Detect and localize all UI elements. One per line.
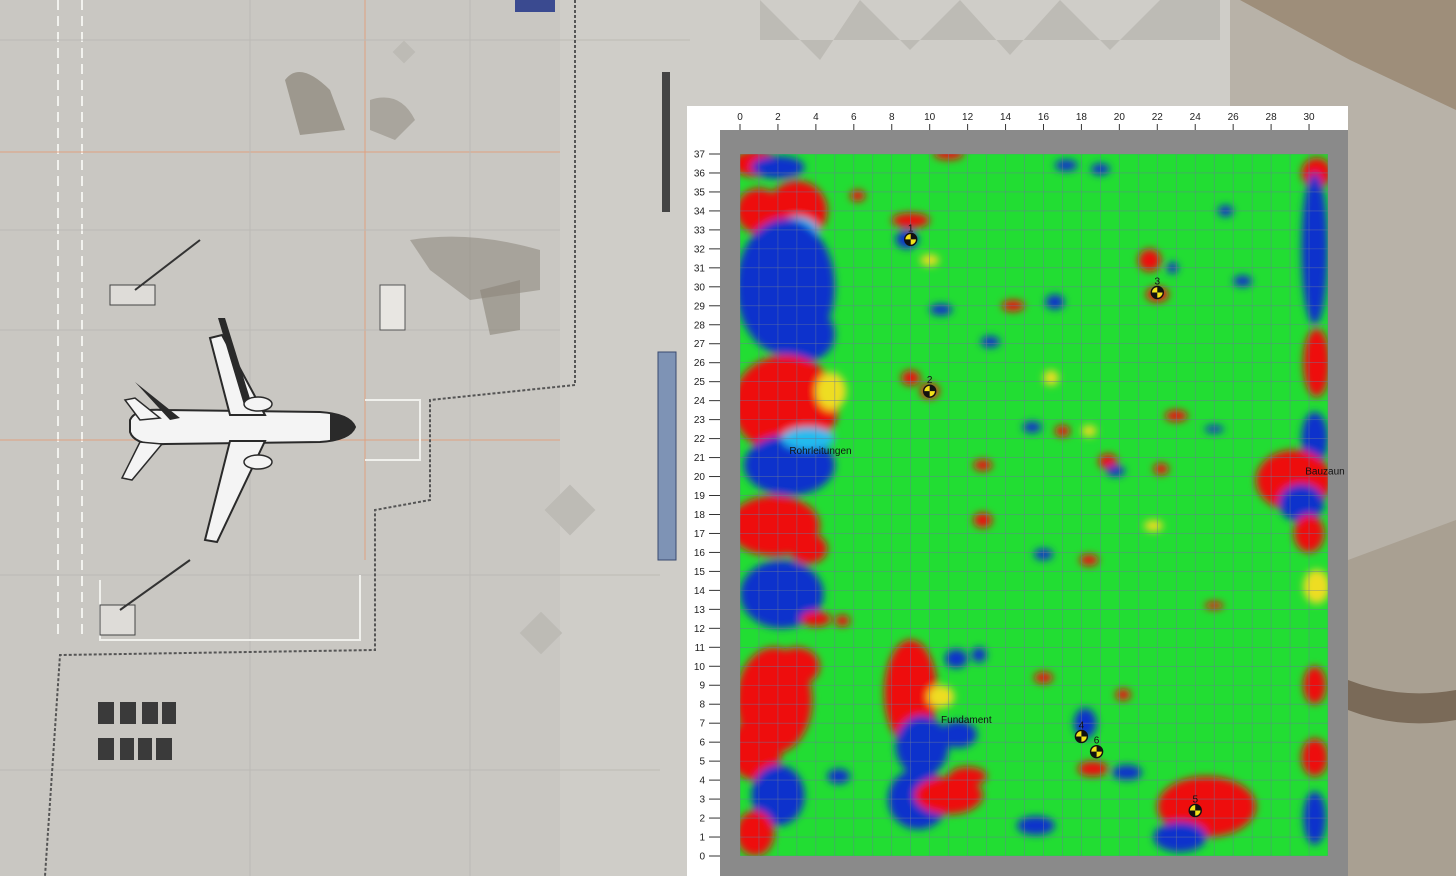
anomaly-blob (1106, 465, 1126, 477)
y-tick-label: 0 (699, 852, 705, 863)
anomaly-blob (1111, 764, 1143, 781)
y-tick-label: 20 (694, 472, 706, 483)
y-tick-label: 17 (694, 529, 706, 540)
anomaly-blob (1144, 520, 1163, 532)
y-tick-label: 7 (699, 719, 705, 730)
anomaly-blob (789, 533, 828, 564)
anomaly-blob (1115, 689, 1131, 701)
y-tick-label: 37 (694, 150, 706, 161)
x-tick-label: 0 (737, 112, 743, 123)
anomaly-blob (740, 810, 775, 856)
x-tick-label: 8 (889, 112, 895, 123)
y-tick-label: 18 (694, 510, 706, 521)
anomaly-blob (1016, 816, 1055, 836)
anomaly-blob (1043, 370, 1059, 386)
anomaly-blob (1301, 738, 1328, 777)
y-tick-label: 22 (694, 434, 706, 445)
marker-label: 5 (1192, 794, 1198, 805)
y-tick-label: 16 (694, 548, 706, 559)
y-tick-label: 13 (694, 605, 706, 616)
y-tick-label: 33 (694, 225, 706, 236)
x-tick-label: 30 (1303, 112, 1315, 123)
anomaly-blob (1081, 425, 1097, 437)
marker-label: 4 (1079, 720, 1085, 731)
marker-label: 2 (927, 375, 933, 386)
marker-label: 3 (1155, 277, 1161, 288)
y-tick-label: 23 (694, 415, 706, 426)
marker-label: 6 (1094, 736, 1100, 747)
y-tick-label: 30 (694, 282, 706, 293)
x-tick-label: 20 (1114, 112, 1126, 123)
gpr-heatmap-chart: 0 2 4 6 8 10 12 14 16 18 20 22 24 26 28 30 012345678910… (687, 106, 1348, 876)
y-tick-label: 36 (694, 168, 706, 179)
y-tick-label: 19 (694, 491, 706, 502)
anomaly-blob (980, 336, 1000, 348)
y-tick-label: 28 (694, 320, 706, 331)
y-tick-label: 32 (694, 244, 706, 255)
anomaly-blob (1079, 554, 1099, 566)
annotation-label: Rohrleitungen (789, 446, 851, 457)
anomaly-blob (1054, 159, 1078, 172)
anomaly-blob (973, 512, 993, 528)
y-tick-label: 9 (699, 681, 705, 692)
x-tick-label: 24 (1190, 112, 1202, 123)
anomaly-blob (1303, 569, 1328, 604)
y-tick-label: 34 (694, 206, 706, 217)
y-tick-label: 15 (694, 567, 706, 578)
x-tick-label: 28 (1266, 112, 1278, 123)
anomaly-blob (1278, 484, 1325, 523)
terminal-building (657, 351, 677, 561)
y-tick-label: 25 (694, 377, 706, 388)
x-tick-label: 22 (1152, 112, 1164, 123)
anomaly-blob (827, 768, 851, 784)
marker-label: 1 (908, 223, 914, 234)
anomaly-blob (1233, 275, 1253, 287)
y-tick-label: 35 (694, 187, 706, 198)
y-tick-label: 10 (694, 662, 706, 673)
y-tick-label: 26 (694, 358, 706, 369)
y-tick-label: 1 (699, 833, 705, 844)
y-tick-label: 31 (694, 263, 706, 274)
anomaly-blob (973, 459, 993, 471)
x-tick-label: 12 (962, 112, 974, 123)
anomaly-blob (1077, 761, 1108, 777)
anomaly-blob (1153, 463, 1169, 475)
anomaly-blob (891, 662, 915, 678)
x-tick-label: 18 (1076, 112, 1088, 123)
y-tick-label: 11 (695, 643, 706, 654)
annotation-label: Bauzaun (1305, 467, 1344, 478)
y-tick-label: 5 (699, 757, 705, 768)
x-tick-label: 10 (924, 112, 936, 123)
annotation-label: Fundament (941, 715, 992, 726)
anomaly-blob (1138, 248, 1162, 272)
anomaly-blob (815, 372, 847, 411)
x-tick-label: 2 (775, 112, 781, 123)
y-tick-label: 24 (694, 396, 706, 407)
anomaly-blob (781, 307, 835, 361)
anomaly-blob (1045, 294, 1065, 310)
anomaly-blob (944, 649, 968, 669)
y-tick-label: 3 (699, 795, 705, 806)
anomaly-blob (971, 647, 987, 663)
gpr-heatmap-panel: 0 2 4 6 8 10 12 14 16 18 20 22 24 26 28 30 0 1 2 3 4 5 6 7 8 9 10… (687, 106, 1348, 876)
y-tick-label: 29 (694, 301, 706, 312)
x-tick-label: 4 (813, 112, 819, 123)
y-tick-label: 27 (694, 339, 706, 350)
x-tick-label: 26 (1228, 112, 1240, 123)
y-tick-label: 2 (699, 814, 705, 825)
anomaly-blob (927, 685, 955, 709)
y-tick-label: 6 (699, 738, 705, 749)
y-tick-label: 8 (699, 700, 705, 711)
x-tick-label: 6 (851, 112, 857, 123)
y-tick-label: 4 (699, 776, 705, 787)
y-tick-label: 12 (694, 624, 706, 635)
x-tick-label: 16 (1038, 112, 1050, 123)
y-tick-label: 21 (694, 453, 706, 464)
ground-vehicle (109, 284, 156, 306)
anomaly-blob (1022, 421, 1042, 433)
anomaly-blob (834, 615, 851, 627)
x-tick-label: 14 (1000, 112, 1012, 123)
y-tick-label: 14 (694, 586, 706, 597)
